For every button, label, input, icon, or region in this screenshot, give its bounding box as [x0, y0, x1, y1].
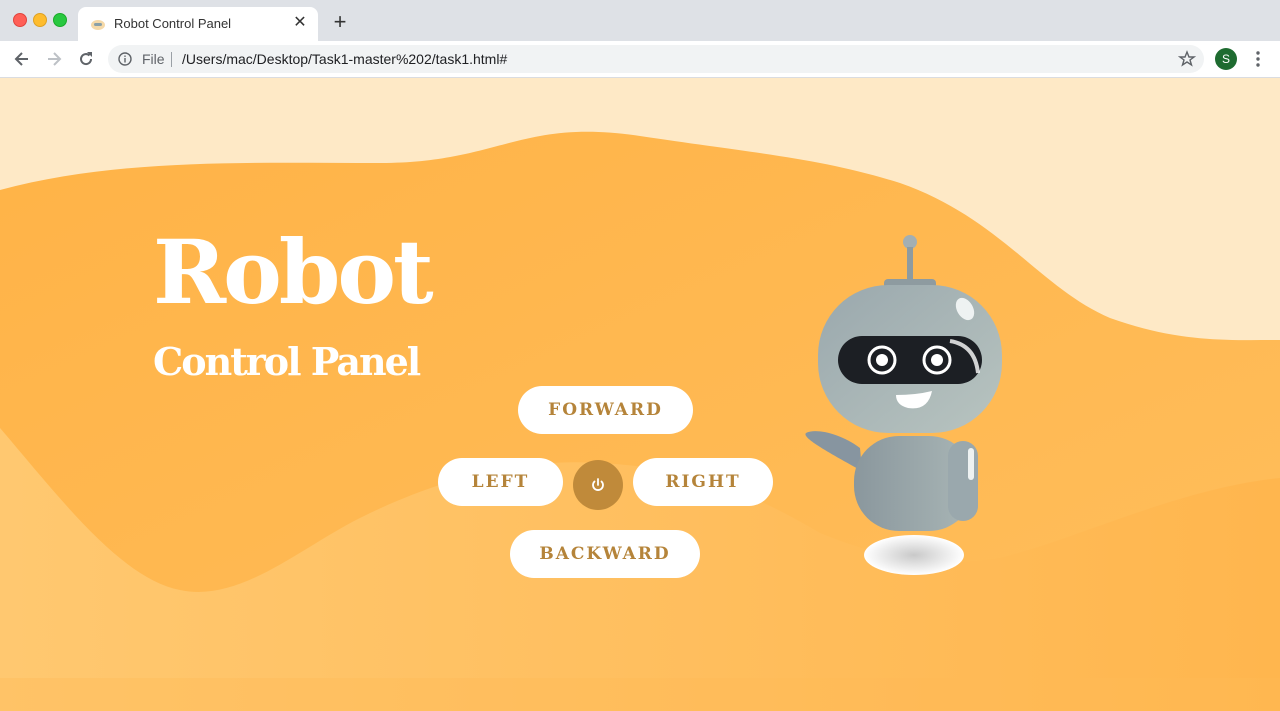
power-icon [592, 478, 604, 491]
minimize-window-button[interactable] [33, 13, 47, 27]
browser-tab-bar: Robot Control Panel ✕ + [0, 0, 1280, 41]
menu-icon[interactable] [1250, 49, 1266, 69]
back-icon[interactable] [12, 49, 32, 69]
url-text[interactable]: /Users/mac/Desktop/Task1-master%202/task… [182, 51, 507, 67]
file-scheme-label: File [142, 51, 165, 67]
close-window-button[interactable] [13, 13, 27, 27]
robot-illustration [805, 235, 1002, 575]
address-bar[interactable]: File /Users/mac/Desktop/Task1-master%202… [108, 45, 1204, 73]
new-tab-button[interactable]: + [330, 11, 350, 33]
reload-icon[interactable] [76, 49, 96, 69]
backward-button[interactable]: BACKWARD [510, 530, 700, 578]
tab-title: Robot Control Panel [114, 16, 232, 31]
maximize-window-button[interactable] [53, 13, 67, 27]
left-button[interactable]: LEFT [438, 458, 563, 506]
address-separator [171, 52, 172, 67]
star-icon[interactable] [1178, 50, 1196, 68]
page-title: Robot [153, 220, 434, 324]
browser-tab[interactable]: Robot Control Panel ✕ [78, 7, 318, 41]
tab-close-icon[interactable]: ✕ [292, 14, 308, 32]
power-button[interactable] [573, 460, 623, 510]
robot-favicon-icon [91, 20, 105, 30]
page-subtitle: Control Panel [153, 339, 421, 384]
forward-icon[interactable] [44, 49, 64, 69]
profile-avatar[interactable]: S [1215, 48, 1237, 70]
forward-button[interactable]: FORWARD [518, 386, 693, 434]
browser-toolbar: File /Users/mac/Desktop/Task1-master%202… [0, 41, 1280, 78]
info-icon[interactable] [118, 52, 132, 66]
right-button[interactable]: RIGHT [633, 458, 773, 506]
page-content: Robot Control Panel FORWARD LEFT RIGHT B… [0, 78, 1280, 711]
